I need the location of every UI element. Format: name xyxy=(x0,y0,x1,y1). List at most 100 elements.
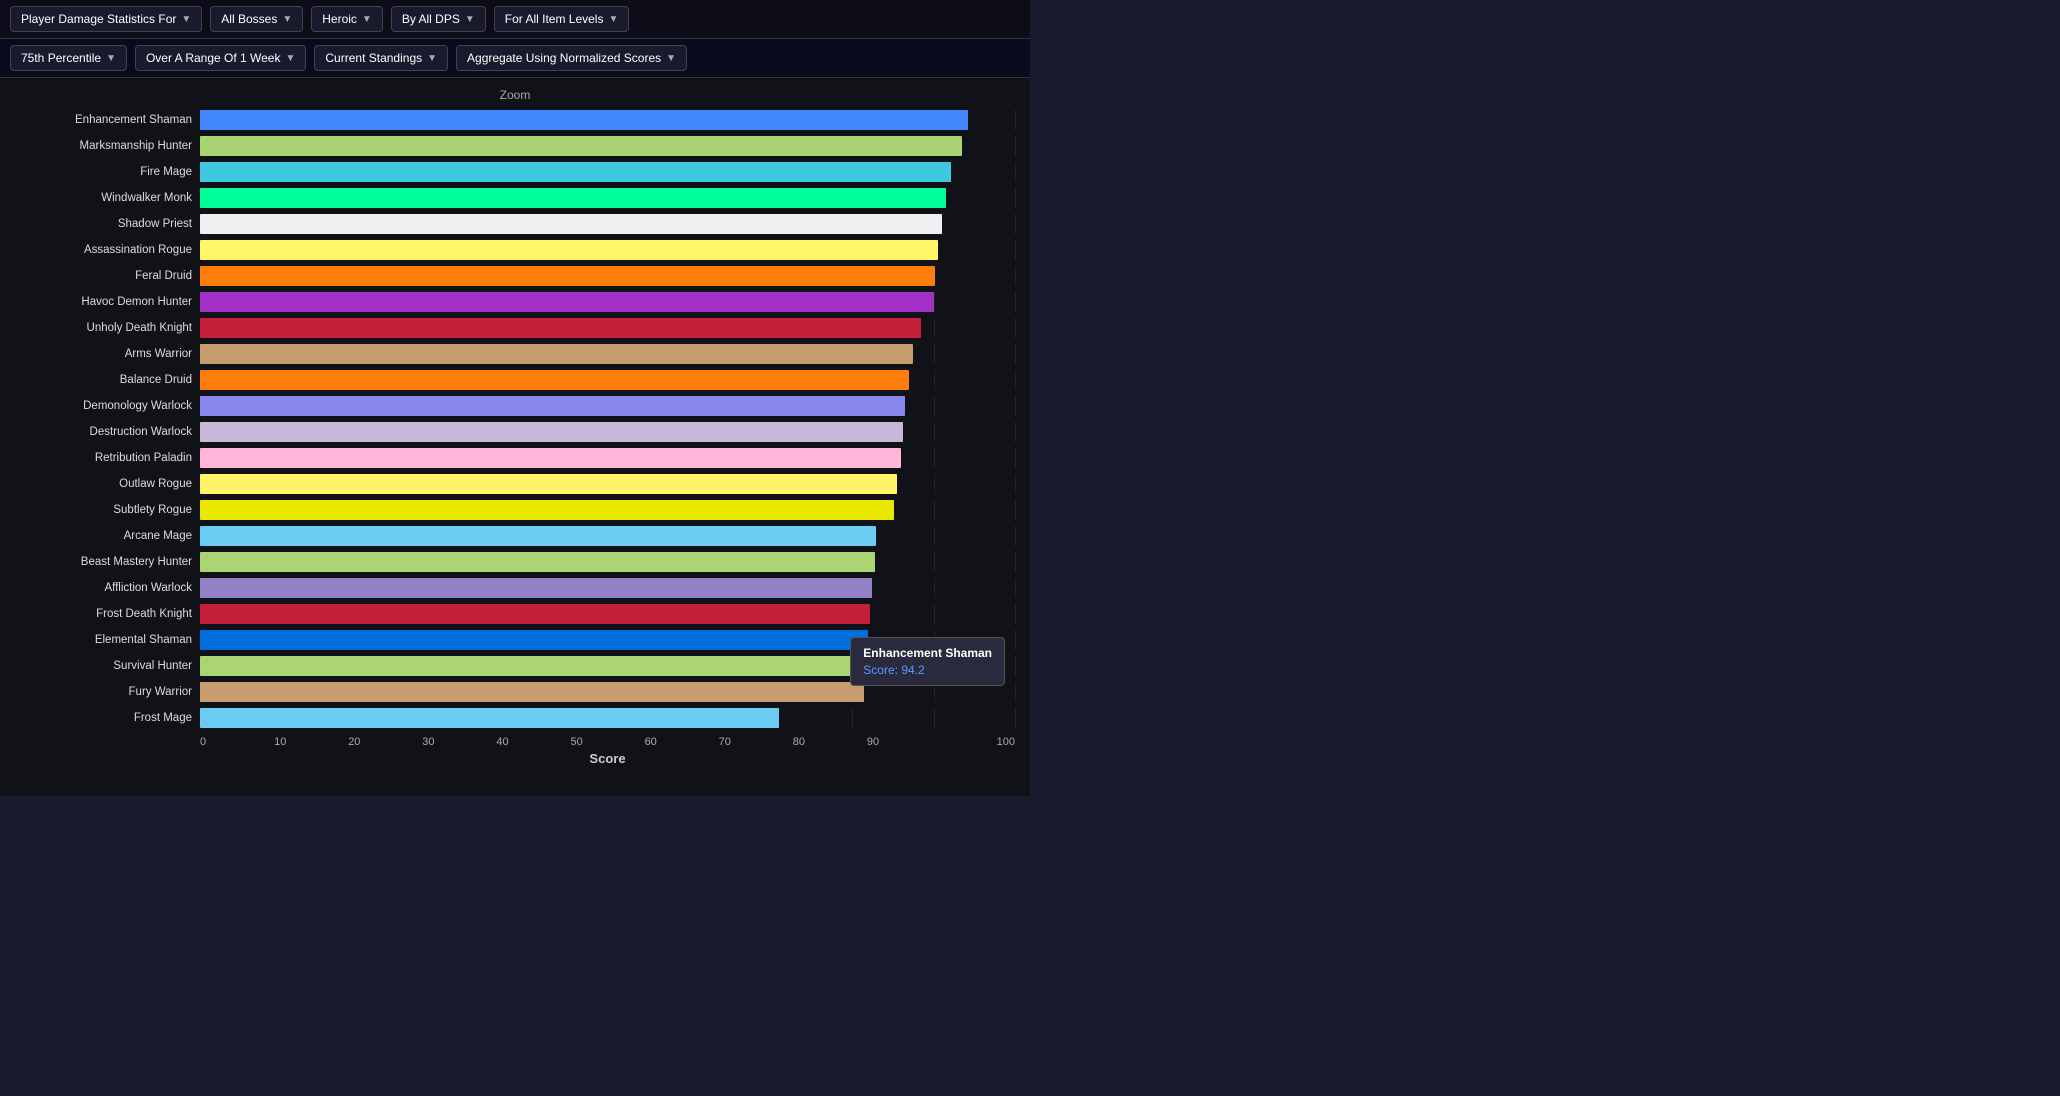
grid-line xyxy=(934,396,935,416)
zoom-label: Zoom xyxy=(15,88,1015,102)
grid-line xyxy=(934,344,935,364)
grid-line xyxy=(1015,110,1016,130)
bar-fill xyxy=(200,214,942,234)
grid-line xyxy=(934,292,935,312)
bar-row: Survival Hunter xyxy=(15,653,1015,679)
spec-label: Havoc Demon Hunter xyxy=(15,296,200,308)
stat-type-dropdown[interactable]: Player Damage Statistics For ▼ xyxy=(10,6,202,32)
x-tick: 20 xyxy=(348,736,422,748)
bar-track xyxy=(200,266,1015,286)
grid-line xyxy=(934,370,935,390)
grid-line xyxy=(1015,708,1016,728)
time-range-dropdown[interactable]: Over A Range Of 1 Week ▼ xyxy=(135,45,306,71)
bar-row: Retribution Paladin xyxy=(15,445,1015,471)
grid-line xyxy=(934,318,935,338)
spec-label: Survival Hunter xyxy=(15,660,200,672)
bar-track xyxy=(200,240,1015,260)
bar-row: Arms Warrior xyxy=(15,341,1015,367)
x-tick: 10 xyxy=(274,736,348,748)
grid-line xyxy=(1015,422,1016,442)
bar-row: Demonology Warlock xyxy=(15,393,1015,419)
bar-fill xyxy=(200,318,921,338)
bar-fill xyxy=(200,396,905,416)
grid-line xyxy=(1015,500,1016,520)
bar-row: Balance Druid xyxy=(15,367,1015,393)
bar-fill xyxy=(200,344,913,364)
bar-track xyxy=(200,110,1015,130)
bar-fill xyxy=(200,682,864,702)
bar-row: Havoc Demon Hunter xyxy=(15,289,1015,315)
spec-label: Unholy Death Knight xyxy=(15,322,200,334)
aggregate-dropdown[interactable]: Aggregate Using Normalized Scores ▼ xyxy=(456,45,687,71)
bar-track xyxy=(200,370,1015,390)
x-tick: 50 xyxy=(570,736,644,748)
grid-line xyxy=(934,448,935,468)
bar-row: Arcane Mage xyxy=(15,523,1015,549)
bar-track xyxy=(200,136,1015,156)
grid-line xyxy=(1015,578,1016,598)
bar-row: Feral Druid xyxy=(15,263,1015,289)
percentile-dropdown[interactable]: 75th Percentile ▼ xyxy=(10,45,127,71)
grid-line xyxy=(1015,474,1016,494)
grid-line xyxy=(1015,604,1016,624)
bar-row: Subtlety Rogue xyxy=(15,497,1015,523)
bar-row: Marksmanship Hunter xyxy=(15,133,1015,159)
top-bar: Player Damage Statistics For ▼ All Bosse… xyxy=(0,0,1030,39)
bar-row: Unholy Death Knight xyxy=(15,315,1015,341)
x-tick: 60 xyxy=(645,736,719,748)
x-tick: 100 xyxy=(941,736,1015,748)
spec-label: Fire Mage xyxy=(15,166,200,178)
spec-label: Marksmanship Hunter xyxy=(15,140,200,152)
spec-label: Windwalker Monk xyxy=(15,192,200,204)
bar-fill xyxy=(200,526,876,546)
spec-label: Subtlety Rogue xyxy=(15,504,200,516)
x-tick: 70 xyxy=(719,736,793,748)
grid-line xyxy=(1015,344,1016,364)
grid-line xyxy=(1015,370,1016,390)
grid-line xyxy=(1015,682,1016,702)
bar-fill xyxy=(200,500,894,520)
x-tick: 80 xyxy=(793,736,867,748)
grid-line xyxy=(1015,552,1016,572)
grid-line xyxy=(934,500,935,520)
bar-fill xyxy=(200,162,951,182)
grid-line xyxy=(1015,318,1016,338)
spec-label: Arms Warrior xyxy=(15,348,200,360)
difficulty-dropdown[interactable]: Heroic ▼ xyxy=(311,6,383,32)
chart-container: Zoom Enhancement ShamanMarksmanship Hunt… xyxy=(0,78,1030,796)
spec-label: Feral Druid xyxy=(15,270,200,282)
grid-line xyxy=(1015,136,1016,156)
bar-track xyxy=(200,318,1015,338)
bar-row: Outlaw Rogue xyxy=(15,471,1015,497)
grid-line xyxy=(934,656,935,676)
spec-label: Assassination Rogue xyxy=(15,244,200,256)
grid-line xyxy=(1015,292,1016,312)
bar-track xyxy=(200,526,1015,546)
bosses-dropdown[interactable]: All Bosses ▼ xyxy=(210,6,303,32)
bar-fill xyxy=(200,578,872,598)
standings-dropdown[interactable]: Current Standings ▼ xyxy=(314,45,448,71)
bar-row: Affliction Warlock xyxy=(15,575,1015,601)
bar-row: Assassination Rogue xyxy=(15,237,1015,263)
x-axis-label: Score xyxy=(200,751,1015,766)
spec-label: Frost Mage xyxy=(15,712,200,724)
bar-fill xyxy=(200,708,779,728)
bar-track xyxy=(200,656,1015,676)
bar-track xyxy=(200,188,1015,208)
bar-track xyxy=(200,214,1015,234)
x-tick: 0 xyxy=(200,736,274,748)
grid-line xyxy=(934,422,935,442)
bar-track xyxy=(200,474,1015,494)
spec-label: Demonology Warlock xyxy=(15,400,200,412)
bar-track xyxy=(200,292,1015,312)
bar-fill xyxy=(200,630,868,650)
item-levels-dropdown[interactable]: For All Item Levels ▼ xyxy=(494,6,630,32)
spec-label: Destruction Warlock xyxy=(15,426,200,438)
x-tick: 30 xyxy=(422,736,496,748)
spec-label: Affliction Warlock xyxy=(15,582,200,594)
bar-fill xyxy=(200,604,870,624)
bar-row: Elemental Shaman xyxy=(15,627,1015,653)
bar-track xyxy=(200,682,1015,702)
role-dropdown[interactable]: By All DPS ▼ xyxy=(391,6,486,32)
grid-line xyxy=(934,526,935,546)
